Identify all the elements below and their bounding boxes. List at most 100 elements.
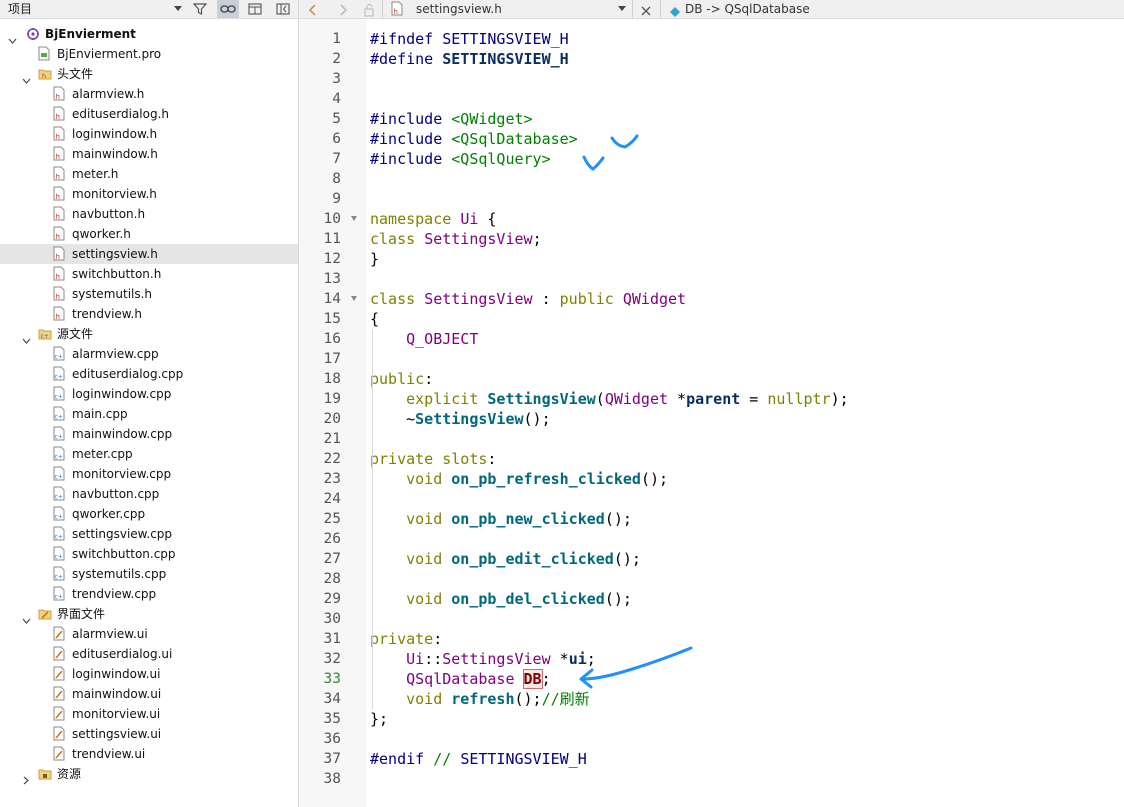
line-number: 14 bbox=[323, 291, 341, 307]
code-line[interactable]: void on_pb_del_clicked(); bbox=[370, 589, 632, 609]
tree-item[interactable]: h switchbutton.h bbox=[0, 264, 298, 284]
tree-item[interactable]: alarmview.ui bbox=[0, 624, 298, 644]
header-file-icon: h bbox=[53, 166, 65, 181]
tree-item[interactable]: c+ qworker.cpp bbox=[0, 504, 298, 524]
tree-item[interactable]: h meter.h bbox=[0, 164, 298, 184]
close-sidebar-icon[interactable] bbox=[272, 0, 294, 18]
code-line[interactable]: #include <QSqlQuery> bbox=[370, 149, 551, 169]
tree-item[interactable]: c+ trendview.cpp bbox=[0, 584, 298, 604]
link-with-editor-icon[interactable] bbox=[217, 0, 239, 18]
code-line[interactable]: #endif // SETTINGSVIEW_H bbox=[370, 749, 587, 769]
code-line[interactable]: explicit SettingsView(QWidget *parent = … bbox=[370, 389, 849, 409]
project-view-selector[interactable]: 项目 bbox=[8, 1, 32, 17]
code-line[interactable]: void on_pb_edit_clicked(); bbox=[370, 549, 641, 569]
tree-item[interactable]: 界面文件 bbox=[0, 604, 298, 624]
open-file-selector[interactable]: settingsview.h bbox=[416, 1, 502, 17]
svg-text:h: h bbox=[56, 133, 60, 141]
tree-item[interactable]: settingsview.ui bbox=[0, 724, 298, 744]
tree-item[interactable]: h mainwindow.h bbox=[0, 144, 298, 164]
code-line[interactable]: ~SettingsView(); bbox=[370, 409, 551, 429]
code-line[interactable]: void on_pb_new_clicked(); bbox=[370, 509, 632, 529]
symbol-selector[interactable]: DB -> QSqlDatabase bbox=[685, 1, 810, 17]
code-line[interactable]: private slots: bbox=[370, 449, 496, 469]
chevron-down-icon[interactable] bbox=[22, 330, 31, 344]
line-number: 9 bbox=[332, 191, 341, 207]
svg-text:c+: c+ bbox=[55, 494, 63, 501]
code-line[interactable]: private: bbox=[370, 629, 442, 649]
tree-item-label: edituserdialog.ui bbox=[72, 647, 173, 661]
tree-item[interactable]: c+ edituserdialog.cpp bbox=[0, 364, 298, 384]
forms-folder-icon bbox=[38, 606, 52, 621]
code-line[interactable]: public: bbox=[370, 369, 433, 389]
tree-item[interactable]: c+ switchbutton.cpp bbox=[0, 544, 298, 564]
tree-item[interactable]: mainwindow.ui bbox=[0, 684, 298, 704]
code-line[interactable]: void refresh();//刷新 bbox=[370, 689, 590, 709]
fold-marker-icon[interactable] bbox=[351, 296, 357, 301]
tree-item[interactable]: c+ navbutton.cpp bbox=[0, 484, 298, 504]
source-folder-icon: c+ bbox=[38, 326, 52, 341]
tree-item[interactable]: 资源 bbox=[0, 764, 298, 785]
code-line[interactable]: Ui::SettingsView *ui; bbox=[370, 649, 596, 669]
tree-item[interactable]: edituserdialog.ui bbox=[0, 644, 298, 664]
tree-item[interactable]: h edituserdialog.h bbox=[0, 104, 298, 124]
code-token: void bbox=[406, 510, 452, 528]
tree-item[interactable]: c+ alarmview.cpp bbox=[0, 344, 298, 364]
filter-icon[interactable] bbox=[189, 0, 211, 18]
code-token: : bbox=[532, 290, 560, 308]
code-token: SETTINGSVIEW_H bbox=[442, 50, 569, 68]
chevron-right-icon[interactable] bbox=[22, 770, 30, 785]
code-line[interactable]: QSqlDatabase DB; bbox=[370, 669, 551, 689]
code-line[interactable]: class SettingsView : public QWidget bbox=[370, 289, 686, 309]
tree-item[interactable]: loginwindow.ui bbox=[0, 664, 298, 684]
tree-item[interactable]: BjEnvierment.pro bbox=[0, 44, 298, 64]
fold-marker-icon[interactable] bbox=[351, 216, 357, 221]
tree-item[interactable]: h monitorview.h bbox=[0, 184, 298, 204]
tree-item[interactable]: h navbutton.h bbox=[0, 204, 298, 224]
code-line[interactable]: Q_OBJECT bbox=[370, 329, 478, 349]
code-line[interactable]: namespace Ui { bbox=[370, 209, 496, 229]
code-line[interactable]: #include <QSqlDatabase> bbox=[370, 129, 578, 149]
code-token: (); bbox=[514, 690, 542, 708]
code-editor[interactable]: 1 2 3 4 5 6 7 8 9 10 11 12 13 14 15 16 17 18 19 20 21 22 23 24 2… bbox=[299, 19, 1124, 807]
tree-item[interactable]: h settingsview.h bbox=[0, 244, 298, 264]
code-line[interactable]: #define SETTINGSVIEW_H bbox=[370, 49, 569, 69]
tree-item[interactable]: h loginwindow.h bbox=[0, 124, 298, 144]
tree-item-label: edituserdialog.h bbox=[72, 107, 170, 121]
code-line[interactable]: } bbox=[370, 249, 379, 269]
chevron-down-icon[interactable] bbox=[22, 610, 31, 624]
tree-item[interactable]: c+ mainwindow.cpp bbox=[0, 424, 298, 444]
tree-item[interactable]: h qworker.h bbox=[0, 224, 298, 244]
chevron-down-icon[interactable] bbox=[22, 70, 31, 84]
tree-item[interactable]: monitorview.ui bbox=[0, 704, 298, 724]
tree-item[interactable]: c+ systemutils.cpp bbox=[0, 564, 298, 584]
tree-item[interactable]: c+ 源文件 bbox=[0, 324, 298, 344]
tree-item[interactable]: h 头文件 bbox=[0, 64, 298, 84]
tree-item[interactable]: trendview.ui bbox=[0, 744, 298, 764]
cpp-file-icon: c+ bbox=[53, 586, 65, 601]
tree-item[interactable]: c+ settingsview.cpp bbox=[0, 524, 298, 544]
line-number: 11 bbox=[323, 231, 341, 247]
code-line[interactable]: void on_pb_refresh_clicked(); bbox=[370, 469, 668, 489]
chevron-down-icon[interactable] bbox=[174, 6, 182, 11]
code-line[interactable]: class SettingsView; bbox=[370, 229, 542, 249]
tree-item-label: edituserdialog.cpp bbox=[72, 367, 184, 381]
tree-item[interactable]: h trendview.h bbox=[0, 304, 298, 324]
line-number: 27 bbox=[323, 551, 341, 567]
code-line[interactable]: { bbox=[370, 309, 379, 329]
tree-item[interactable]: c+ loginwindow.cpp bbox=[0, 384, 298, 404]
ui-file-icon bbox=[53, 646, 65, 661]
tree-item[interactable]: h alarmview.h bbox=[0, 84, 298, 104]
split-view-icon[interactable] bbox=[244, 0, 266, 18]
chevron-down-icon[interactable] bbox=[8, 30, 17, 44]
tree-item[interactable]: c+ meter.cpp bbox=[0, 444, 298, 464]
tree-item[interactable]: c+ main.cpp bbox=[0, 404, 298, 424]
tree-item[interactable]: BjEnvierment bbox=[0, 24, 298, 44]
code-line[interactable]: }; bbox=[370, 709, 388, 729]
tree-item[interactable]: c+ monitorview.cpp bbox=[0, 464, 298, 484]
svg-text:c+: c+ bbox=[55, 514, 63, 521]
tree-item[interactable]: h systemutils.h bbox=[0, 284, 298, 304]
chevron-down-icon[interactable] bbox=[618, 6, 626, 11]
code-line[interactable]: #ifndef SETTINGSVIEW_H bbox=[370, 29, 569, 49]
code-line[interactable]: #include <QWidget> bbox=[370, 109, 533, 129]
